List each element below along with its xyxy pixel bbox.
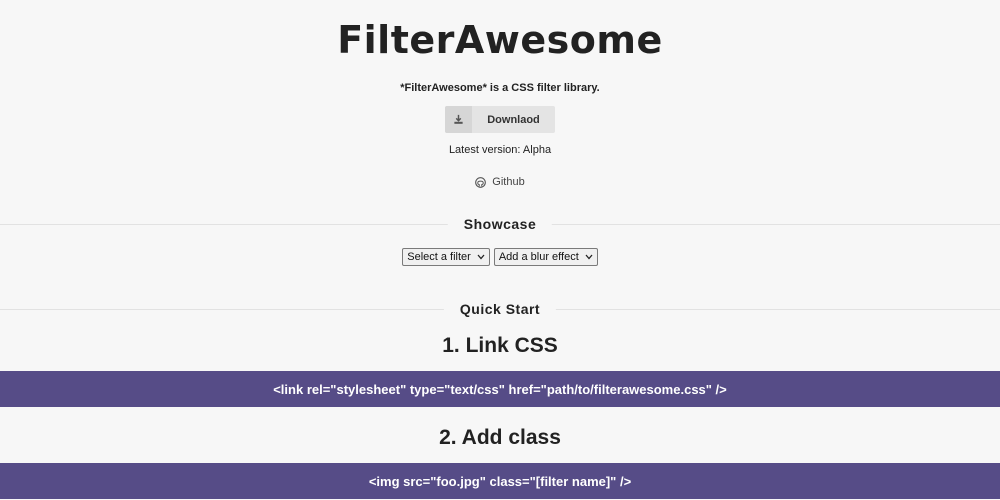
blur-select[interactable]: Add a blur effect [493, 248, 598, 266]
tagline: *FilterAwesome* is a CSS filter library. [400, 82, 600, 94]
quick-start-section-header: Quick Start [0, 299, 1000, 319]
chevron-down-icon [477, 254, 485, 260]
github-icon [475, 176, 487, 188]
chevron-down-icon [585, 254, 593, 260]
step1-code: <link rel="stylesheet" type="text/css" h… [0, 371, 1000, 407]
download-button[interactable]: Downlaod [445, 106, 555, 133]
step2-title: 2. Add class [439, 426, 561, 449]
github-link[interactable]: Github [0, 176, 1000, 188]
step2-code: <img src="foo.jpg" class="[filter name]"… [0, 463, 1000, 499]
download-icon [445, 106, 472, 133]
showcase-controls: Select a filter Add a blur effect [0, 248, 1000, 266]
blur-select-value: Add a blur effect [498, 251, 579, 263]
filter-select-value: Select a filter [407, 251, 471, 263]
page-title: FilterAwesome [337, 18, 663, 62]
github-label: Github [492, 176, 525, 188]
showcase-heading: Showcase [447, 214, 553, 234]
quick-start-heading: Quick Start [443, 299, 557, 319]
filter-select[interactable]: Select a filter [402, 248, 490, 266]
showcase-section-header: Showcase [0, 214, 1000, 234]
download-label: Downlaod [487, 113, 540, 126]
version-text: Latest version: Alpha [448, 144, 552, 156]
step1-title: 1. Link CSS [442, 334, 558, 357]
